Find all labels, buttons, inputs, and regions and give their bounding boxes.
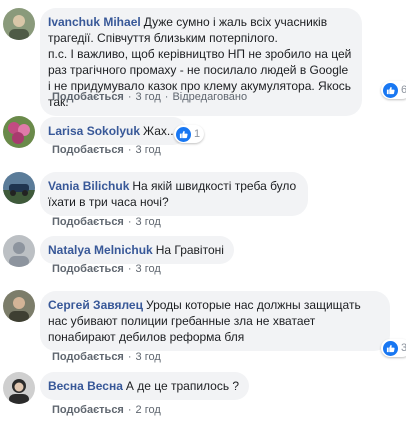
comment-bubble: Весна Весна А де це трапилось ? (40, 372, 250, 400)
comment-author[interactable]: Ivanchuk Mihael (48, 15, 141, 29)
reaction-number: 6 (401, 84, 406, 96)
timestamp[interactable]: 3 год (136, 351, 161, 363)
comment-text: А де це трапилось ? (125, 379, 240, 393)
comment-bubble: Vania Bilichuk На якій швидкості треба бу… (40, 172, 308, 216)
comment-bubble: Сергей Завялец Уроды которые нас должны з… (40, 291, 390, 351)
like-button[interactable]: Подобається (52, 91, 124, 103)
like-button[interactable]: Подобається (52, 144, 124, 156)
comment: Ivanchuk Mihael Дуже сумно і жаль всіх уч… (0, 0, 406, 116)
comment-author[interactable]: Natalya Melnichuk (48, 243, 153, 257)
timestamp[interactable]: 3 год (136, 216, 161, 228)
comment: Сергей Завялец Уроды которые нас должны з… (0, 288, 406, 363)
separator: · (127, 351, 132, 363)
reaction-number: 3 (401, 342, 406, 354)
timestamp[interactable]: 3 год (136, 144, 161, 156)
separator: · (127, 144, 132, 156)
thumbs-up-icon (176, 126, 191, 142)
timestamp[interactable]: 2 год (136, 404, 161, 416)
comment: Весна Весна А де це трапилось ? Подобаєть… (0, 368, 406, 427)
comment: Vania Bilichuk На якій швидкості треба бу… (0, 165, 406, 230)
avatar[interactable] (3, 172, 35, 204)
avatar[interactable] (3, 8, 35, 40)
comment-actions: Подобається · 3 год (52, 263, 161, 275)
like-button[interactable]: Подобається (52, 404, 124, 416)
comment-actions: Подобається · 3 год (52, 351, 161, 363)
comment-text: Жах... (143, 124, 177, 138)
avatar[interactable] (3, 372, 35, 404)
comment: Larisa Sokolyuk Жах... Подобається · 3 год … (0, 110, 406, 160)
thumbs-up-icon (383, 82, 398, 98)
like-button[interactable]: Подобається (52, 263, 124, 275)
separator: · (127, 404, 132, 416)
comment-text: На Гравітоні (155, 243, 224, 257)
comment-bubble: Natalya Melnichuk На Гравітоні (40, 236, 234, 264)
reaction-count[interactable]: 3 (381, 339, 406, 357)
comment-bubble: Larisa Sokolyuk Жах... (40, 117, 187, 145)
reaction-number: 1 (194, 128, 201, 140)
comment: Natalya Melnichuk На Гравітоні Подобаєтьс… (0, 233, 406, 283)
comment-actions: Подобається · 3 год (52, 144, 161, 156)
comment-author[interactable]: Vania Bilichuk (48, 179, 129, 193)
avatar[interactable] (3, 290, 35, 322)
comment-author[interactable]: Весна Весна (48, 379, 123, 393)
like-button[interactable]: Подобається (52, 216, 124, 228)
edited-label[interactable]: Відредаговано (172, 91, 247, 103)
avatar[interactable] (3, 116, 35, 148)
comment-author[interactable]: Сергей Завялец (48, 298, 143, 312)
timestamp[interactable]: 3 год (136, 263, 161, 275)
comment-actions: Подобається · 3 год · Відредаговано (52, 91, 247, 103)
comment-actions: Подобається · 2 год (52, 404, 161, 416)
comment-actions: Подобається · 3 год (52, 216, 161, 228)
thumbs-up-icon (383, 340, 398, 356)
separator: · (127, 263, 132, 275)
separator: · (164, 91, 169, 103)
comment-author[interactable]: Larisa Sokolyuk (48, 124, 140, 138)
timestamp[interactable]: 3 год (136, 91, 161, 103)
reaction-count[interactable]: 6 (381, 81, 406, 99)
like-button[interactable]: Подобається (52, 351, 124, 363)
reaction-count[interactable]: 1 (174, 125, 205, 143)
separator: · (127, 91, 132, 103)
avatar[interactable] (3, 235, 35, 267)
separator: · (127, 216, 132, 228)
